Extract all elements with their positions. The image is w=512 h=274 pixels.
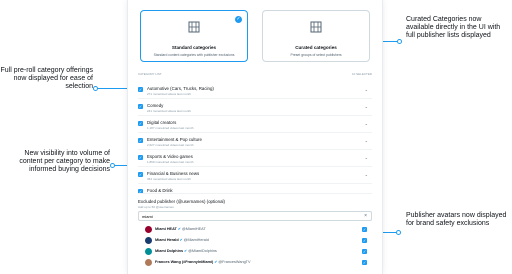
verified-icon: ✔ [214, 260, 218, 264]
publisher-name: Miami Dolphins✔@MiamiDolphins [155, 249, 217, 253]
category-video-count: 364 monetized videos last month [147, 177, 191, 181]
callout-preroll: Full pre-roll category offerings now dis… [0, 67, 93, 91]
verified-icon: ✔ [177, 227, 181, 231]
publisher-name: Miami HEAT✔@MiamiHEAT [155, 227, 206, 231]
category-video-count: 1,187 monetized videos last month [147, 126, 194, 130]
category-video-count: 1,869 monetized videos last month [147, 160, 194, 164]
category-video-count: 2,627 monetized videos last month [147, 143, 194, 147]
callout-curated: Curated Categories now available directl… [406, 16, 501, 40]
standard-categories-card[interactable]: ✓ Standard categories Standard content c… [140, 10, 248, 62]
avatar [145, 248, 152, 255]
chevron-down-icon[interactable]: ⌄ [365, 172, 368, 177]
category-row[interactable]: ✓ Financial & Business news 364 monetize… [138, 169, 372, 184]
chevron-down-icon[interactable]: ⌄ [365, 155, 368, 160]
card-title: Curated categories [295, 45, 337, 50]
chevron-down-icon[interactable]: ⌄ [365, 121, 368, 126]
category-name: Digital creators [147, 119, 177, 125]
category-list-header: CATEGORY LIST 10 SELECTED [138, 72, 372, 78]
publisher-handle: @FrancesWangTV [218, 260, 251, 264]
selected-check-icon: ✓ [235, 16, 242, 23]
avatar [145, 226, 152, 233]
publisher-row[interactable]: Frances Wang (#FrannyInMiami)✔@FrancesWa… [145, 258, 367, 269]
checkbox-checked-icon[interactable]: ✓ [138, 138, 143, 143]
publisher-search-field[interactable]: × [138, 211, 372, 221]
verified-icon: ✔ [179, 238, 183, 242]
category-name: Food & Drink [147, 187, 173, 193]
clear-icon[interactable]: × [364, 213, 367, 219]
category-row[interactable]: ✓ Comedy 241 monetized videos last month… [138, 101, 372, 116]
checkbox-checked-icon[interactable]: ✓ [138, 155, 143, 160]
category-name: Comedy [147, 102, 164, 108]
publisher-name: Frances Wang (#FrannyInMiami)✔@FrancesWa… [155, 260, 251, 264]
publisher-handle: @MiamiHEAT [181, 227, 206, 231]
curated-categories-card[interactable]: Curated categories Preset groups of sele… [262, 10, 370, 62]
category-row[interactable]: ✓ Entertainment & Pop culture 2,627 mone… [138, 135, 372, 150]
chevron-down-icon[interactable]: ⌄ [365, 87, 368, 92]
publisher-row[interactable]: Miami Herald✔@MiamiHerald ✓ [145, 236, 367, 247]
card-title: Standard categories [171, 45, 217, 50]
checkbox-checked-icon[interactable]: ✓ [138, 189, 143, 193]
verified-icon: ✔ [184, 249, 188, 253]
checkbox-checked-icon[interactable]: ✓ [138, 121, 143, 126]
publisher-search-input[interactable] [142, 213, 352, 220]
category-row[interactable]: ✓ Digital creators 1,187 monetized video… [138, 118, 372, 133]
publisher-row[interactable]: Miami Dolphins✔@MiamiDolphins ✓ [145, 247, 367, 258]
publisher-name: Miami Herald✔@MiamiHerald [155, 238, 209, 242]
category-video-count: 241 monetized videos last month [147, 109, 191, 113]
checkbox-checked-icon[interactable]: ✓ [138, 104, 143, 109]
card-subtitle: Preset groups of select publishers [290, 53, 342, 57]
category-row[interactable]: ✓ Esports & Video games 1,869 monetized … [138, 152, 372, 167]
film-icon [310, 21, 322, 33]
excluded-publisher-label: Excluded publisher (@usernames) (optiona… [138, 199, 225, 204]
chevron-down-icon[interactable]: ⌄ [365, 104, 368, 109]
category-name: Entertainment & Pop culture [147, 136, 202, 142]
category-name: Automotive (Cars, Trucks, Racing) [147, 85, 214, 91]
callout-avatars-dot [396, 230, 401, 235]
avatar [145, 237, 152, 244]
category-row[interactable]: ✓ Automotive (Cars, Trucks, Racing) 271 … [138, 84, 372, 99]
callout-visibility: New visibility into volume of content pe… [19, 150, 110, 174]
card-subtitle: Standard content categories with publish… [153, 53, 235, 57]
category-video-count: 271 monetized videos last month [147, 92, 191, 96]
category-list-title: CATEGORY LIST [138, 72, 162, 76]
checkbox-checked-icon[interactable]: ✓ [362, 227, 367, 232]
callout-avatars: Publisher avatars now displayed for bran… [406, 212, 507, 228]
publisher-handle: @MiamiDolphins [188, 249, 217, 253]
checkbox-checked-icon[interactable]: ✓ [362, 249, 367, 254]
callout-curated-dot [397, 39, 402, 44]
publisher-row[interactable]: Miami HEAT✔@MiamiHEAT ✓ [145, 225, 367, 236]
chevron-down-icon[interactable]: ⌄ [365, 138, 368, 143]
checkbox-checked-icon[interactable]: ✓ [138, 87, 143, 92]
checkbox-checked-icon[interactable]: ✓ [362, 238, 367, 243]
selected-count: 10 SELECTED [351, 72, 372, 76]
publisher-handle: @MiamiHerald [183, 238, 209, 242]
checkbox-checked-icon[interactable]: ✓ [362, 260, 367, 265]
category-row[interactable]: ✓ Food & Drink [138, 186, 372, 194]
avatar [145, 259, 152, 266]
checkbox-checked-icon[interactable]: ✓ [138, 172, 143, 177]
excluded-publisher-hint: Add up to 50 @usernames [138, 205, 174, 209]
film-icon [188, 21, 200, 33]
category-name: Esports & Video games [147, 153, 193, 159]
category-name: Financial & Business news [147, 170, 200, 176]
